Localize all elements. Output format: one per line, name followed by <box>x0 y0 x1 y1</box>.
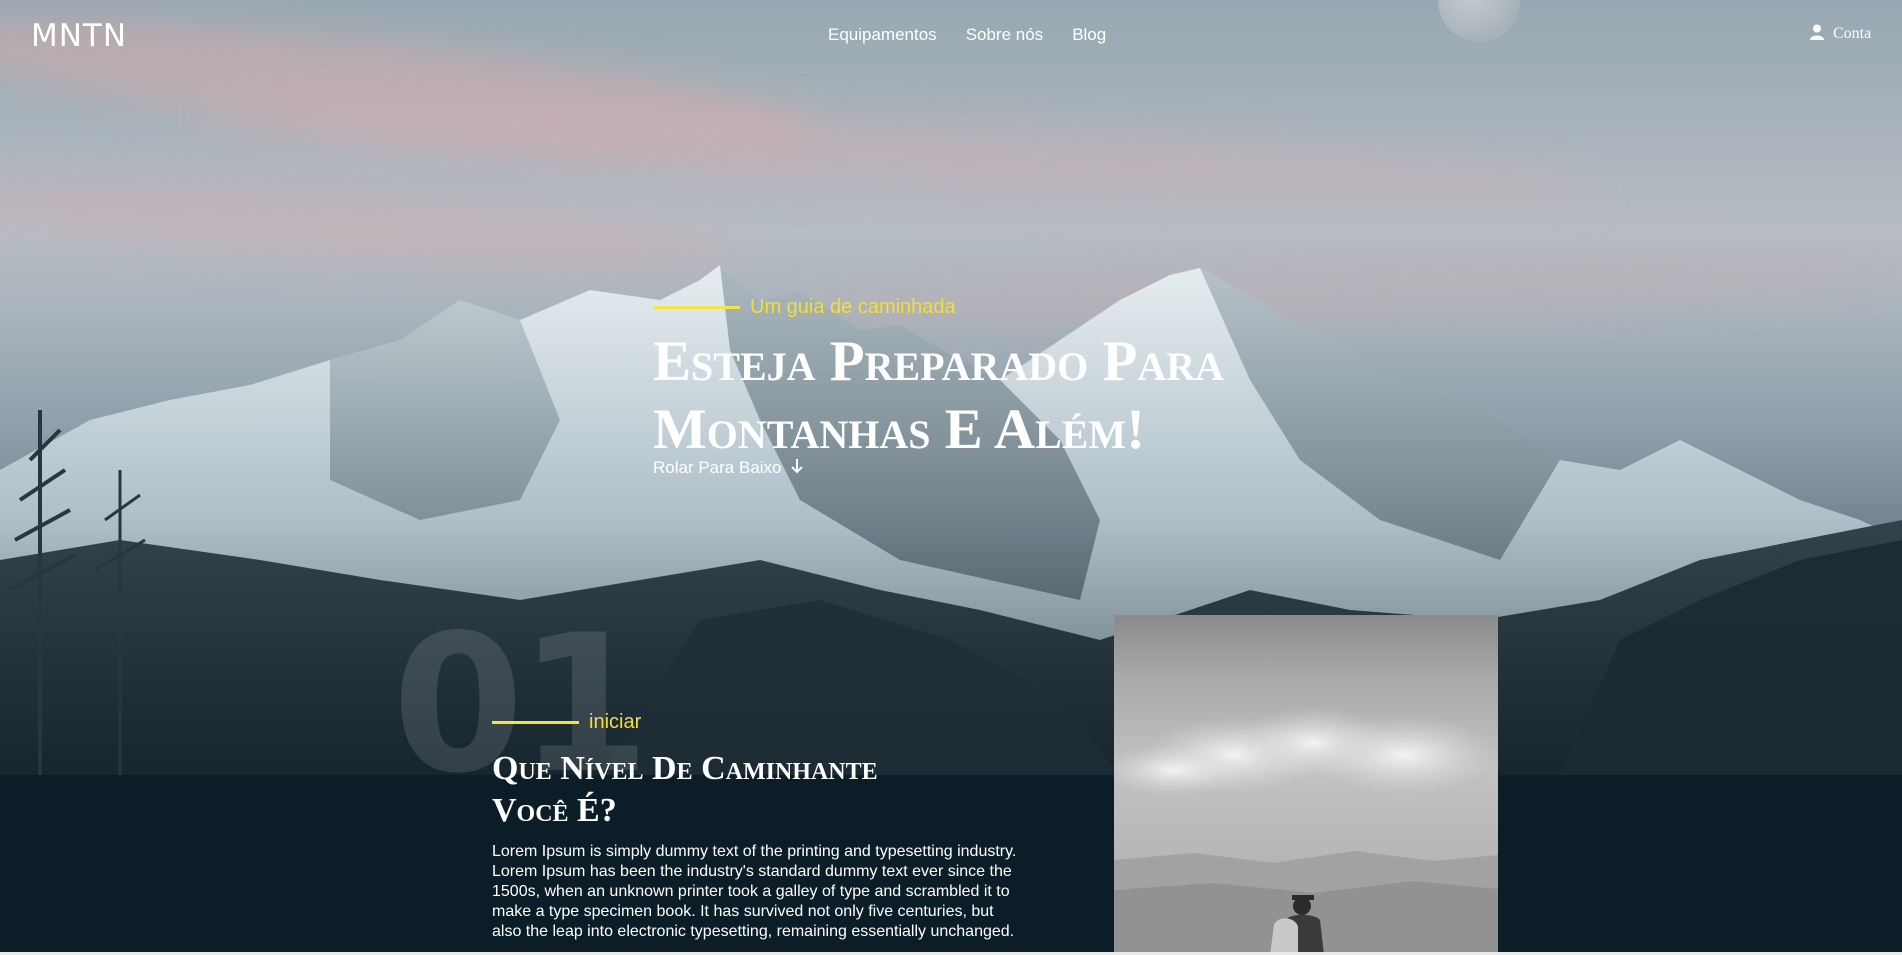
arrow-down-icon <box>790 458 804 478</box>
account-link[interactable]: Conta <box>1810 24 1871 44</box>
account-label: Conta <box>1833 25 1872 42</box>
scroll-down-link[interactable]: Rolar Para Baixo <box>653 458 804 478</box>
nav-link-equipamentos[interactable]: Equipamentos <box>828 25 937 45</box>
section-title-line-2: Você É? <box>492 792 617 829</box>
scroll-down-label: Rolar Para Baixo <box>653 458 782 477</box>
accent-line <box>653 306 740 309</box>
hero-title: Esteja Preparado Para Montanhas E Além! <box>653 328 1293 464</box>
user-icon <box>1810 24 1824 44</box>
hero-title-line-1: Esteja Preparado Para <box>653 330 1224 393</box>
hero-title-line-2: Montanhas E Além! <box>653 398 1146 461</box>
section-title-line-1: Que Nível De Caminhante <box>492 750 878 787</box>
hero-eyebrow-text: Um guia de caminhada <box>750 296 956 318</box>
accent-line <box>492 721 579 724</box>
section-eyebrow: iniciar <box>492 711 641 734</box>
main-nav: Equipamentos Sobre nós Blog <box>828 25 1106 45</box>
site-logo[interactable]: MNTN <box>31 18 127 54</box>
hero-eyebrow: Um guia de caminhada <box>653 296 956 319</box>
section-eyebrow-text: iniciar <box>589 711 642 733</box>
section-body-text: Lorem Ipsum is simply dummy text of the … <box>492 843 1017 940</box>
section-title: Que Nível De Caminhante Você É? <box>492 748 1012 832</box>
hiker-photo <box>1114 615 1498 955</box>
nav-link-blog[interactable]: Blog <box>1072 25 1106 45</box>
nav-link-sobre-nos[interactable]: Sobre nós <box>966 25 1044 45</box>
